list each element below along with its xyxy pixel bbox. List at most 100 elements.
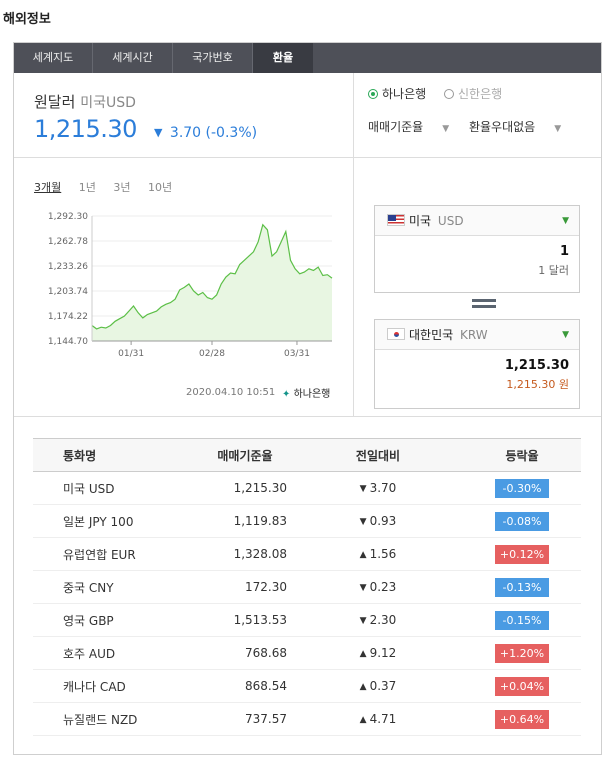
currency-change-value: 3.70 (369, 481, 397, 495)
radio-shinhan-bank[interactable]: 신한은행 (444, 85, 502, 102)
table-row[interactable]: 뉴질랜드 NZD 737.57 ▲ 4.71 +0.64% (33, 702, 581, 736)
tab-country-code[interactable]: 국가번호 (173, 43, 253, 73)
percent-badge: -0.30% (495, 478, 549, 498)
chart-area (92, 224, 332, 341)
to-amount-field[interactable]: 1,215.30 1,215.30 원 (375, 358, 579, 408)
currency-name: 호주 AUD (33, 636, 183, 670)
option-row: 매매기준율 ▼ 환율우대없음 ▼ (368, 118, 577, 135)
currency-rate: 1,328.08 (183, 537, 293, 571)
currency-change: ▼ 0.93 (293, 504, 463, 538)
currency-change-value: 1.56 (369, 547, 397, 561)
currency-table: 통화명 매매기준율 전일대비 등락율 미국 USD 1,215.30 ▼ 3.70 -0… (33, 438, 581, 736)
y-tick-label: 1,233.26 (48, 262, 88, 272)
radio-hana-bank[interactable]: 하나은행 (368, 85, 426, 102)
currency-change: ▲ 0.37 (293, 669, 463, 703)
table-row[interactable]: 호주 AUD 768.68 ▲ 9.12 +1.20% (33, 636, 581, 670)
col-header-change: 전일대비 (293, 438, 463, 472)
to-code: KRW (460, 328, 488, 342)
radio-label: 신한은행 (458, 87, 503, 101)
bank-logo: ✦ 하나은행 (282, 385, 330, 400)
currency-name: 캐나다 CAD (33, 669, 183, 703)
dropdown-arrow-icon: ▼ (562, 330, 569, 340)
currency-change-value: 0.23 (369, 580, 397, 594)
from-unit: 1 달러 (538, 264, 569, 277)
rate-subtitle: 미국USD (80, 95, 136, 111)
currency-rate: 737.57 (183, 702, 293, 736)
from-code: USD (437, 214, 464, 228)
currency-change: ▼ 0.23 (293, 570, 463, 604)
percent-badge: +0.64% (495, 709, 549, 729)
y-tick-label: 1,144.70 (48, 337, 88, 347)
chart-timestamp: 2020.04.10 10:51 (186, 387, 276, 398)
table-row[interactable]: 미국 USD 1,215.30 ▼ 3.70 -0.30% (33, 471, 581, 505)
radio-selected-icon (368, 89, 378, 99)
divider (354, 157, 601, 158)
preference-dropdown[interactable]: 환율우대없음 ▼ (469, 120, 561, 134)
percent-badge: -0.13% (495, 577, 549, 597)
currency-change: ▲ 9.12 (293, 636, 463, 670)
table-row[interactable]: 중국 CNY 172.30 ▼ 0.23 -0.13% (33, 570, 581, 604)
table-row[interactable]: 일본 JPY 100 1,119.83 ▼ 0.93 -0.08% (33, 504, 581, 538)
tab-world-time[interactable]: 세계시간 (93, 43, 173, 73)
currency-change-value: 2.30 (369, 613, 397, 627)
from-amount-field[interactable]: 1 1 달러 (375, 244, 579, 292)
currency-change-value: 9.12 (369, 646, 397, 660)
down-triangle-icon: ▼ (359, 484, 367, 494)
percent-badge: -0.08% (495, 511, 549, 531)
down-triangle-icon: ▼ (154, 126, 163, 139)
tab-bar: 세계지도 세계시간 국가번호 환율 (14, 43, 601, 73)
down-triangle-icon: ▼ (359, 583, 367, 593)
period-3m[interactable]: 3개월 (34, 181, 61, 194)
to-currency-box: 대한민국 KRW ▼ 1,215.30 1,215.30 원 (374, 319, 580, 409)
table-row[interactable]: 캐나다 CAD 868.54 ▲ 0.37 +0.04% (33, 669, 581, 703)
from-currency-select[interactable]: 미국 USD ▼ (375, 206, 579, 236)
x-tick-label: 02/28 (199, 349, 225, 359)
currency-converter: 하나은행 신한은행 매매기준율 ▼ 환율우대없음 ▼ 미국 USD ▼ 1 1 달러 (354, 73, 601, 416)
tab-exchange-rate[interactable]: 환율 (253, 43, 313, 73)
radio-label: 하나은행 (382, 87, 427, 101)
to-unit: 1,215.30 원 (506, 378, 569, 391)
rate-title: 원달러 미국USD (34, 91, 136, 112)
currency-change-value: 4.71 (369, 712, 397, 726)
up-triangle-icon: ▲ (359, 649, 367, 659)
currency-percent-cell: -0.13% (463, 570, 581, 604)
divider (14, 416, 601, 417)
equals-icon (472, 299, 496, 311)
table-row[interactable]: 유럽연합 EUR 1,328.08 ▲ 1.56 +0.12% (33, 537, 581, 571)
period-3y[interactable]: 3년 (113, 181, 130, 194)
x-tick-label: 03/31 (284, 349, 310, 359)
divider (14, 157, 353, 158)
currency-name: 뉴질랜드 NZD (33, 702, 183, 736)
currency-change: ▼ 2.30 (293, 603, 463, 637)
percent-badge: +0.04% (495, 676, 549, 696)
rate-value: 1,215.30 (34, 115, 137, 143)
tab-world-map[interactable]: 세계지도 (14, 43, 93, 73)
bank-radio-group: 하나은행 신한은행 (368, 85, 516, 102)
bank-logo-label: 하나은행 (293, 389, 331, 400)
currency-percent-cell: -0.08% (463, 504, 581, 538)
currency-name: 유럽연합 EUR (33, 537, 183, 571)
col-header-percent: 등락율 (463, 438, 581, 472)
currency-rate: 1,119.83 (183, 504, 293, 538)
to-currency-select[interactable]: 대한민국 KRW ▼ (375, 320, 579, 350)
col-header-rate: 매매기준율 (183, 438, 293, 472)
table-row[interactable]: 영국 GBP 1,513.53 ▼ 2.30 -0.15% (33, 603, 581, 637)
currency-change: ▲ 1.56 (293, 537, 463, 571)
currency-rate: 1,215.30 (183, 471, 293, 505)
percent-badge: +1.20% (495, 643, 549, 663)
caret-down-icon: ▼ (442, 124, 450, 134)
from-country: 미국 (409, 214, 432, 228)
rate-type-dropdown[interactable]: 매매기준율 ▼ (368, 120, 449, 134)
currency-percent-cell: +0.64% (463, 702, 581, 736)
exchange-widget: 세계지도 세계시간 국가번호 환율 원달러 미국USD 1,215.30 ▼ 3… (13, 42, 602, 755)
us-flag-icon (387, 214, 405, 226)
currency-name: 미국 USD (33, 471, 183, 505)
from-amount: 1 (559, 244, 569, 259)
rate-change: ▼ 3.70 (-0.3%) (154, 125, 257, 141)
period-10y[interactable]: 10년 (148, 181, 172, 194)
period-1y[interactable]: 1년 (79, 181, 96, 194)
from-currency-box: 미국 USD ▼ 1 1 달러 (374, 205, 580, 293)
hana-bank-icon: ✦ (282, 389, 291, 400)
down-triangle-icon: ▼ (359, 616, 367, 626)
currency-percent-cell: -0.15% (463, 603, 581, 637)
